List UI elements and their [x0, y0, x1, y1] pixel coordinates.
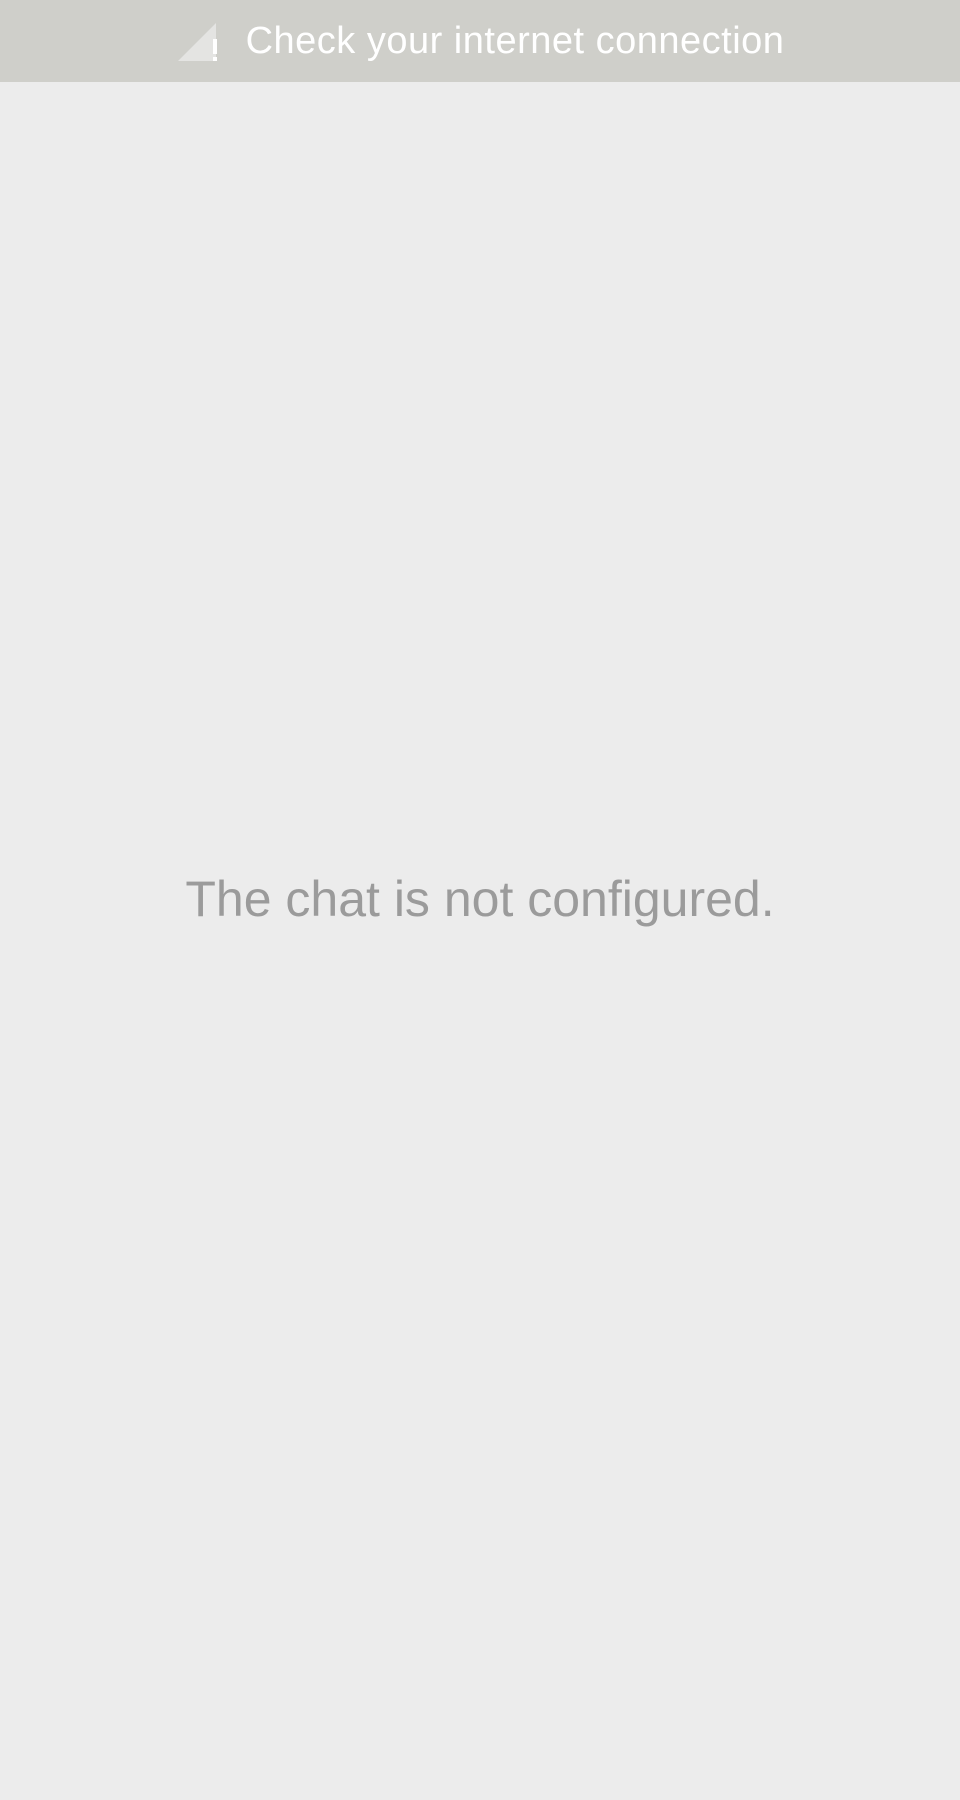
offline-banner: Check your internet connection	[0, 0, 960, 82]
chat-screen: Check your internet connection The chat …	[0, 0, 960, 1800]
chat-not-configured-message: The chat is not configured.	[185, 871, 775, 927]
connection-warning-text: Check your internet connection	[245, 20, 785, 62]
signal-warning-icon	[176, 21, 220, 65]
